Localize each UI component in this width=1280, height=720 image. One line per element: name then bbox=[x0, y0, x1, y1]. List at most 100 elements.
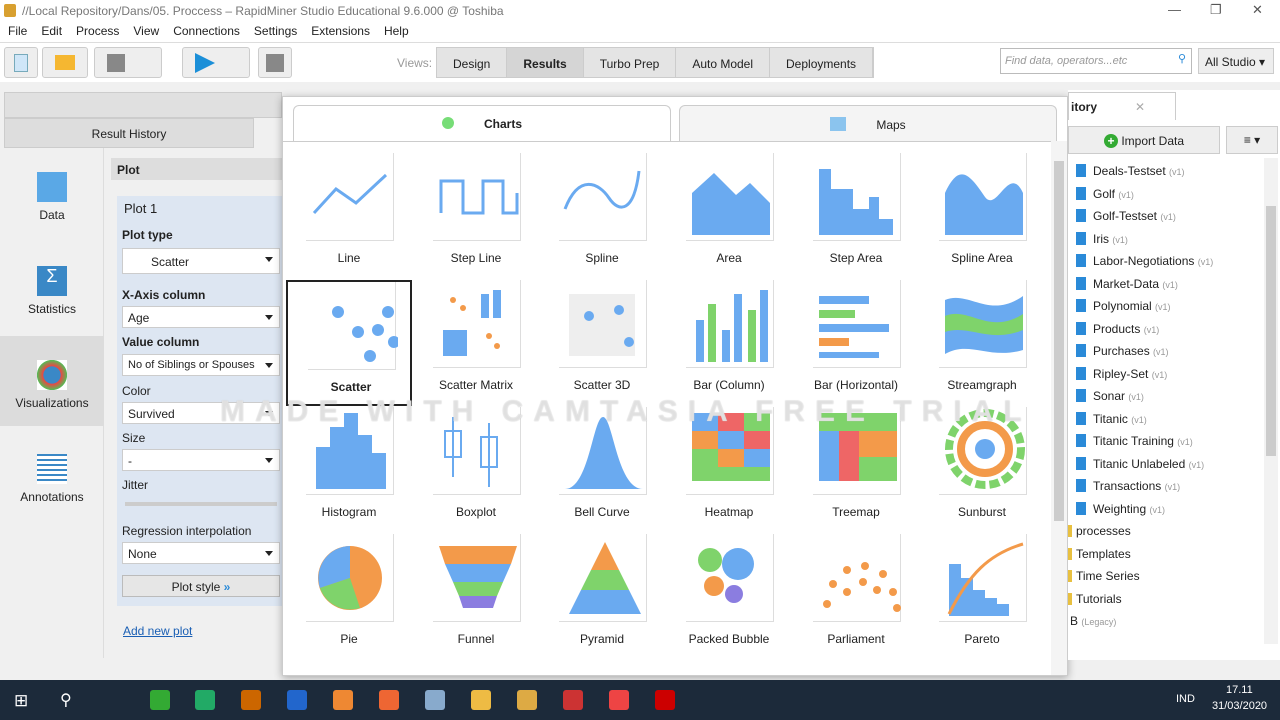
repository-item[interactable]: Products (v1) bbox=[1076, 321, 1159, 336]
tab-repository[interactable]: itory ✕ bbox=[1068, 92, 1176, 120]
repository-item[interactable]: Weighting (v1) bbox=[1076, 501, 1165, 516]
repository-folder[interactable]: Tutorials bbox=[1068, 592, 1122, 606]
repository-menu-button[interactable]: ≡ ▾ bbox=[1226, 126, 1278, 154]
repository-item[interactable]: Polynomial (v1) bbox=[1076, 299, 1171, 313]
taskbar-app-icon[interactable] bbox=[609, 690, 629, 710]
repository-item[interactable]: Purchases (v1) bbox=[1076, 344, 1169, 358]
view-deployments[interactable]: Deployments bbox=[770, 48, 874, 77]
repository-legacy[interactable]: B (Legacy) bbox=[1070, 614, 1116, 628]
chart-type-bar-column[interactable]: Bar (Column) bbox=[666, 280, 792, 406]
repository-item[interactable]: Sonar (v1) bbox=[1076, 389, 1144, 403]
search-taskbar-icon[interactable]: ⚲ bbox=[60, 690, 72, 710]
save-button[interactable] bbox=[94, 47, 162, 78]
chart-type-label: Scatter Matrix bbox=[438, 378, 513, 392]
view-results[interactable]: Results bbox=[507, 48, 584, 77]
plot-type-select[interactable]: Scatter bbox=[122, 248, 280, 274]
run-button[interactable] bbox=[182, 47, 250, 78]
dataset-icon bbox=[1076, 411, 1086, 425]
chart-type-pie[interactable]: Pie bbox=[286, 534, 412, 660]
repository-item[interactable]: Golf-Testset (v1) bbox=[1076, 209, 1176, 223]
menu-help[interactable]: Help bbox=[376, 22, 415, 38]
chart-type-spline-area[interactable]: Spline Area bbox=[919, 153, 1045, 279]
windows-start-icon[interactable]: ⊞ bbox=[14, 691, 28, 711]
chart-type-streamgraph[interactable]: Streamgraph bbox=[919, 280, 1045, 406]
import-data-button[interactable]: + Import Data bbox=[1068, 126, 1220, 154]
repository-item[interactable]: Labor-Negotiations (v1) bbox=[1076, 254, 1213, 268]
plot-name[interactable]: Plot 1 bbox=[124, 201, 157, 216]
taskbar-app-icon[interactable] bbox=[563, 690, 583, 710]
menu-extensions[interactable]: Extensions bbox=[303, 22, 376, 38]
search-input[interactable]: Find data, operators...etc ⚲ bbox=[1000, 48, 1192, 74]
tab-result-history[interactable]: Result History bbox=[4, 118, 254, 148]
language-indicator[interactable]: IND bbox=[1176, 693, 1195, 705]
chart-type-step-line[interactable]: Step Line bbox=[413, 153, 539, 279]
minimize-button[interactable]: — bbox=[1168, 2, 1181, 17]
chart-type-packed-bubble[interactable]: Packed Bubble bbox=[666, 534, 792, 660]
nav-visualizations[interactable]: Visualizations bbox=[0, 336, 104, 426]
regression-select[interactable]: None bbox=[122, 542, 280, 564]
chart-type-line[interactable]: Line bbox=[286, 153, 412, 279]
nav-statistics[interactable]: Σ Statistics bbox=[0, 242, 104, 332]
chart-type-scatter[interactable]: Scatter bbox=[286, 280, 412, 406]
repository-item[interactable]: Titanic Training (v1) bbox=[1076, 434, 1193, 448]
menu-process[interactable]: Process bbox=[68, 22, 125, 38]
repository-folder[interactable]: Time Series bbox=[1068, 569, 1140, 583]
close-button[interactable]: ✕ bbox=[1252, 2, 1263, 18]
menu-file[interactable]: File bbox=[0, 22, 33, 38]
open-button[interactable] bbox=[42, 47, 88, 78]
chart-type-pareto[interactable]: Pareto bbox=[919, 534, 1045, 660]
nav-annotations[interactable]: Annotations bbox=[0, 430, 104, 520]
taskbar-app-icon[interactable] bbox=[150, 690, 170, 710]
popup-scrollbar[interactable] bbox=[1051, 141, 1067, 675]
view-design[interactable]: Design bbox=[437, 48, 508, 77]
chart-type-bar-horizontal[interactable]: Bar (Horizontal) bbox=[793, 280, 919, 406]
close-tab-icon[interactable]: ✕ bbox=[1135, 100, 1145, 114]
repository-item[interactable]: Deals-Testset (v1) bbox=[1076, 164, 1185, 178]
taskbar-app-icon[interactable] bbox=[287, 690, 307, 710]
repository-item[interactable]: Transactions (v1) bbox=[1076, 479, 1180, 493]
taskbar-app-icon[interactable] bbox=[425, 690, 445, 710]
taskbar-app-icon[interactable] bbox=[241, 690, 261, 710]
chart-type-area[interactable]: Area bbox=[666, 153, 792, 279]
repository-item[interactable]: Titanic (v1) bbox=[1076, 411, 1147, 426]
chart-type-step-area[interactable]: Step Area bbox=[793, 153, 919, 279]
chart-type-parliament[interactable]: Parliament bbox=[793, 534, 919, 660]
repository-item[interactable]: Golf (v1) bbox=[1076, 186, 1134, 201]
menu-bar: File Edit Process View Connections Settings Ex… bbox=[0, 22, 1280, 42]
chart-type-pyramid[interactable]: Pyramid bbox=[539, 534, 665, 660]
new-process-button[interactable] bbox=[4, 47, 38, 78]
taskbar-app-icon[interactable] bbox=[471, 690, 491, 710]
repository-item[interactable]: Market-Data (v1) bbox=[1076, 276, 1178, 291]
menu-settings[interactable]: Settings bbox=[246, 22, 303, 38]
repository-item[interactable]: Iris (v1) bbox=[1076, 231, 1128, 246]
size-select[interactable]: - bbox=[122, 449, 280, 471]
view-turbo-prep[interactable]: Turbo Prep bbox=[584, 48, 677, 77]
taskbar-app-icon[interactable] bbox=[379, 690, 399, 710]
taskbar-app-icon[interactable] bbox=[195, 690, 215, 710]
taskbar-app-icon[interactable] bbox=[517, 690, 537, 710]
menu-view[interactable]: View bbox=[125, 22, 165, 38]
maximize-button[interactable]: ❐ bbox=[1210, 2, 1222, 18]
value-column-select[interactable]: No of Siblings or Spouses bbox=[122, 354, 280, 376]
chart-type-scatter-matrix[interactable]: Scatter Matrix bbox=[413, 280, 539, 406]
chart-type-funnel[interactable]: Funnel bbox=[413, 534, 539, 660]
view-auto-model[interactable]: Auto Model bbox=[676, 48, 771, 77]
taskbar-app-icon[interactable] bbox=[333, 690, 353, 710]
x-axis-select[interactable]: Age bbox=[122, 306, 280, 328]
menu-connections[interactable]: Connections bbox=[165, 22, 246, 38]
add-new-plot-link[interactable]: Add new plot bbox=[123, 624, 192, 638]
plot-style-button[interactable]: Plot style » bbox=[122, 575, 280, 597]
jitter-slider[interactable] bbox=[125, 502, 277, 506]
nav-data[interactable]: Data bbox=[0, 148, 104, 238]
repository-folder[interactable]: Templates bbox=[1068, 547, 1131, 561]
repository-scrollbar[interactable] bbox=[1264, 158, 1278, 644]
chart-type-spline[interactable]: Spline bbox=[539, 153, 665, 279]
repository-item[interactable]: Titanic Unlabeled (v1) bbox=[1076, 456, 1204, 471]
taskbar-app-icon[interactable] bbox=[655, 690, 675, 710]
chart-type-scatter-3d[interactable]: Scatter 3D bbox=[539, 280, 665, 406]
repository-folder[interactable]: processes bbox=[1068, 524, 1131, 538]
perspective-dropdown[interactable]: All Studio ▾ bbox=[1198, 48, 1274, 74]
repository-item[interactable]: Ripley-Set (v1) bbox=[1076, 366, 1167, 381]
menu-edit[interactable]: Edit bbox=[33, 22, 68, 38]
stop-button[interactable] bbox=[258, 47, 292, 78]
